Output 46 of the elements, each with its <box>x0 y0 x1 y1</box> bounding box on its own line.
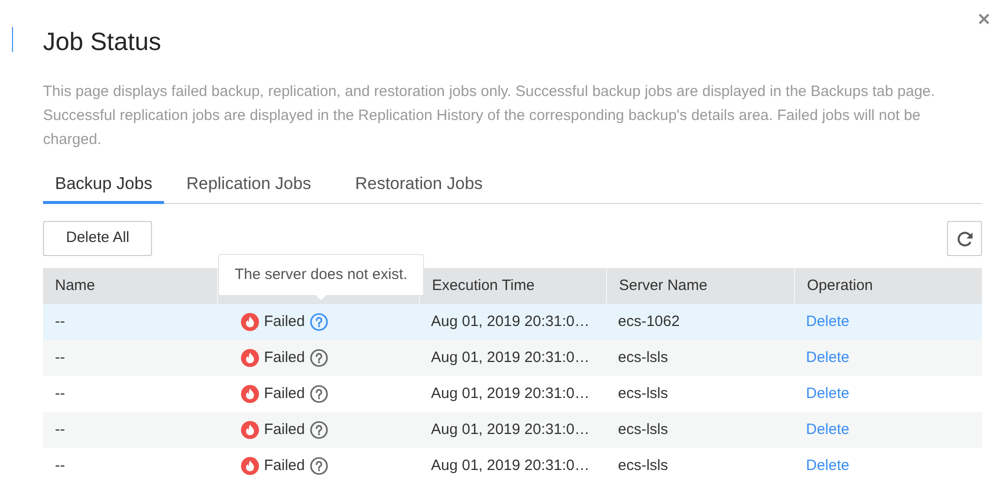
delete-all-button[interactable]: Delete All <box>43 221 152 256</box>
table-cell-text: Aug 01, 2019 20:31:0… <box>430 312 590 332</box>
help-icon[interactable] <box>310 457 328 475</box>
tooltip: The server does not exist. <box>218 254 424 302</box>
tab[interactable]: Backup Jobs <box>43 166 164 204</box>
table-cell-text: -- <box>54 456 66 476</box>
tab[interactable]: Replication Jobs <box>174 166 324 204</box>
table-cell-text: Aug 01, 2019 20:31:0… <box>430 384 590 404</box>
table-cell-text: Aug 01, 2019 20:31:0… <box>430 456 590 476</box>
help-icon[interactable] <box>310 385 328 403</box>
column-header: Name <box>54 276 96 296</box>
table-cell-text: -- <box>54 420 66 440</box>
flame-icon <box>241 457 259 475</box>
flame-icon <box>241 421 259 439</box>
status-text: Failed <box>264 348 305 368</box>
table-cell-text: -- <box>54 312 66 332</box>
help-icon[interactable] <box>310 313 328 331</box>
accent-bar <box>12 27 13 52</box>
flame-icon <box>241 349 259 367</box>
status-text: Failed <box>264 384 305 404</box>
status-text: Failed <box>264 456 305 476</box>
description-text: This page displays failed backup, replication, and restoration jobs only. Successful backup jobs are displayed in the Backups tab page. Successful replication jobs are displayed in the Replication History of the corresponding backup's details area. Failed jobs will not be charged. <box>43 82 936 150</box>
dialog-title: Job Status <box>43 27 162 58</box>
close-icon <box>978 13 990 25</box>
table-row[interactable]: -- Failed Aug 01, 2019 20:31:0… ecs-lsls Delete <box>43 412 982 448</box>
table-cell-text: Aug 01, 2019 20:31:0… <box>430 420 590 440</box>
help-icon[interactable] <box>310 349 328 367</box>
table-row[interactable]: -- Failed Aug 01, 2019 20:31:0… ecs-1062 Delete <box>43 304 982 340</box>
flame-icon <box>241 385 259 403</box>
close-button[interactable] <box>977 12 991 26</box>
table-cell-text: Aug 01, 2019 20:31:0… <box>430 348 590 368</box>
flame-icon <box>241 313 259 331</box>
table-cell-text: -- <box>54 384 66 404</box>
tooltip-arrow <box>315 295 327 301</box>
table-cell-text: ecs-1062 <box>617 312 681 332</box>
table-row[interactable]: -- Failed Aug 01, 2019 20:31:0… ecs-lsls Delete <box>43 340 982 376</box>
table-cell-text: ecs-lsls <box>617 456 670 476</box>
table-cell-text: ecs-lsls <box>617 384 670 404</box>
status-text: Failed <box>264 420 305 440</box>
table-cell-text: ecs-lsls <box>617 348 670 368</box>
table-cell-text: -- <box>54 348 66 368</box>
table-cell-text: ecs-lsls <box>617 420 670 440</box>
status-text: Failed <box>264 312 305 332</box>
refresh-button[interactable] <box>947 221 982 256</box>
help-icon[interactable] <box>310 421 328 439</box>
tab[interactable]: Restoration Jobs <box>343 166 495 204</box>
